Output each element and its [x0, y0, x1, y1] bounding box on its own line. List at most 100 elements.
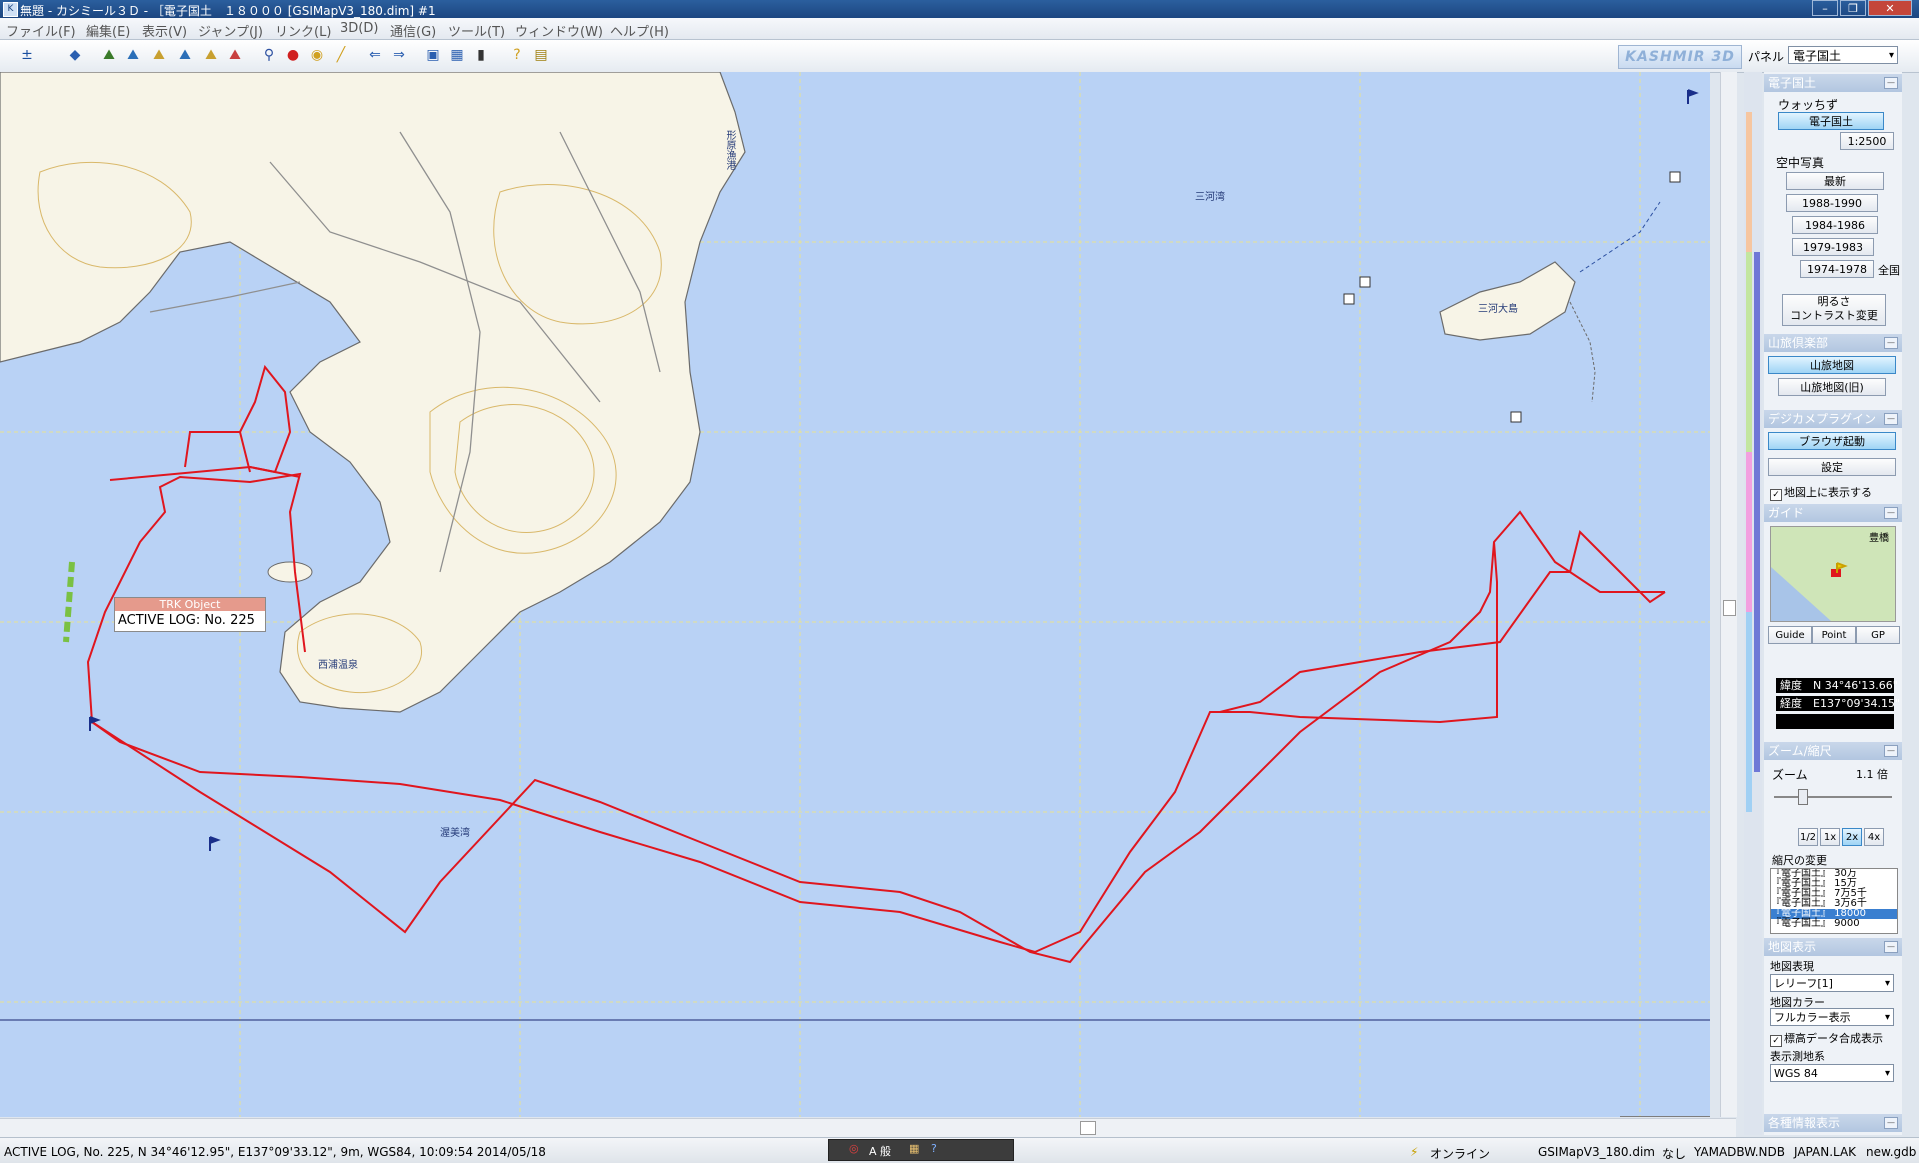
zoom-slider[interactable]: [1774, 789, 1892, 805]
restore-icon[interactable]: ❐: [1840, 0, 1866, 16]
ime-dictionary-icon[interactable]: ▦: [909, 1142, 919, 1155]
zoom-value: 1.1 倍: [1856, 768, 1888, 781]
minimize-icon[interactable]: –: [1812, 0, 1838, 16]
ime-toolbar[interactable]: ◎ A 般 ▦ ?: [828, 1139, 1014, 1161]
zoom-2x-button[interactable]: 2x: [1842, 828, 1862, 846]
datum-label: 表示測地系: [1770, 1050, 1825, 1063]
cut2-icon[interactable]: ⛰: [124, 46, 142, 64]
scale-list-item[interactable]: 『電子国土』 9000: [1771, 919, 1897, 929]
binoculars-icon[interactable]: ⚲: [260, 46, 278, 64]
aerial-1979-button[interactable]: 1979-1983: [1792, 238, 1874, 256]
section-sanryo[interactable]: 山旅倶楽部 —: [1764, 334, 1902, 352]
menu-view[interactable]: 表示(V): [142, 21, 187, 40]
show-on-map-checkbox[interactable]: ✓ 地図上に表示する: [1770, 484, 1872, 501]
settings-button[interactable]: 設定: [1768, 458, 1896, 476]
film-icon[interactable]: ▦: [448, 46, 466, 64]
hscroll-thumb[interactable]: [1080, 1121, 1096, 1135]
section-sanryo-title: 山旅倶楽部: [1768, 336, 1829, 350]
tab-gp[interactable]: GP: [1856, 626, 1900, 644]
aerial-1988-button[interactable]: 1988-1990: [1786, 194, 1878, 212]
scale-list[interactable]: 『電子国土』 30万 『電子国土』 15万 『電子国土』 7万5千 『電子国土』…: [1770, 868, 1898, 934]
section-info[interactable]: 各種情報表示 —: [1764, 1114, 1902, 1132]
collapse-icon[interactable]: —: [1884, 77, 1898, 89]
denshi-button[interactable]: 電子国土: [1778, 112, 1884, 130]
cut3-icon[interactable]: ⛰: [150, 46, 168, 64]
back-icon[interactable]: ⇐: [366, 46, 384, 64]
ime-help-icon[interactable]: ?: [931, 1142, 937, 1155]
guide-icon[interactable]: ▤: [532, 46, 550, 64]
zoom-half-button[interactable]: 1/2: [1798, 828, 1818, 846]
tab-guide[interactable]: Guide: [1768, 626, 1812, 644]
cut6-icon[interactable]: ⛰: [226, 46, 244, 64]
forward-icon[interactable]: ⇒: [390, 46, 408, 64]
collapse-icon[interactable]: —: [1884, 337, 1898, 349]
mainland: [0, 72, 746, 713]
collapse-icon[interactable]: —: [1884, 413, 1898, 425]
browser-launch-button[interactable]: ブラウザ起動: [1768, 432, 1896, 450]
sanryo-map-button[interactable]: 山旅地図: [1768, 356, 1896, 374]
menu-comm[interactable]: 通信(G): [390, 21, 436, 40]
scale-1-2500-button[interactable]: 1:2500: [1840, 132, 1894, 150]
gps-icon[interactable]: ▮: [472, 46, 490, 64]
ime-mode[interactable]: A 般: [869, 1143, 891, 1159]
brightness-label: 明るさ: [1817, 295, 1851, 308]
vscroll-thumb[interactable]: [1723, 600, 1736, 616]
section-dejicame-title: デジカメプラグイン: [1768, 412, 1877, 426]
cut5-icon[interactable]: ⛰: [202, 46, 220, 64]
collapse-icon[interactable]: —: [1884, 745, 1898, 757]
map-horizontal-scrollbar[interactable]: [0, 1118, 1736, 1137]
sanryo-old-map-button[interactable]: 山旅地図(旧): [1778, 378, 1886, 396]
section-display[interactable]: 地図表示 —: [1764, 938, 1902, 956]
section-dejicame[interactable]: デジカメプラグイン —: [1764, 410, 1902, 428]
show-on-map-label: 地図上に表示する: [1784, 486, 1872, 499]
datum-select[interactable]: WGS 84: [1770, 1064, 1894, 1082]
track-tooltip: TRK Object ACTIVE LOG: No. 225: [114, 597, 266, 632]
panel-strip[interactable]: [1744, 72, 1762, 1135]
menu-file[interactable]: ファイル(F): [6, 21, 76, 40]
section-denshi[interactable]: 電子国土 —: [1764, 74, 1902, 92]
aerial-1974-button[interactable]: 1974-1978: [1800, 260, 1874, 278]
aerial-latest-button[interactable]: 最新: [1786, 172, 1884, 190]
layer-icon[interactable]: ◆: [66, 46, 84, 64]
zoom-slider-thumb[interactable]: [1798, 789, 1808, 805]
guide-minimap[interactable]: 豊橋: [1770, 526, 1896, 622]
zoom-label: ズーム: [1772, 768, 1808, 782]
zoom-1x-button[interactable]: 1x: [1820, 828, 1840, 846]
collapse-icon[interactable]: —: [1884, 507, 1898, 519]
map-view[interactable]: 渥美湾 三河大島 三河湾 形原漁港 西浦温泉 100 200 300: [0, 72, 1710, 1117]
collapse-icon[interactable]: —: [1884, 941, 1898, 953]
guide-tabs: Guide Point GP: [1768, 626, 1900, 644]
expression-select[interactable]: レリーフ[1]: [1770, 974, 1894, 992]
menu-jump[interactable]: ジャンプ(J): [198, 21, 263, 40]
menu-window[interactable]: ウィンドウ(W): [515, 21, 603, 40]
menu-edit[interactable]: 編集(E): [86, 21, 130, 40]
ruler-icon[interactable]: ╱: [332, 46, 350, 64]
elevation-checkbox[interactable]: ✓ 標高データ合成表示: [1770, 1030, 1883, 1047]
help-icon[interactable]: ?: [508, 46, 526, 64]
camera-icon[interactable]: ▣: [424, 46, 442, 64]
menu-help[interactable]: ヘルプ(H): [610, 21, 669, 40]
tab-point[interactable]: Point: [1812, 626, 1856, 644]
aerial-1984-button[interactable]: 1984-1986: [1792, 216, 1878, 234]
close-icon[interactable]: ✕: [1868, 0, 1912, 16]
menu-3d[interactable]: 3D(D): [340, 21, 378, 36]
title-bar: K 無題 - カシミール３Ｄ - ［電子国土 １８０００ [GSIMapV3_1…: [0, 0, 1919, 18]
map-vertical-scrollbar[interactable]: [1720, 72, 1737, 1117]
panel-select[interactable]: 電子国土: [1788, 46, 1898, 64]
collapse-icon[interactable]: —: [1884, 1117, 1898, 1129]
kashmir-app-icon: K: [3, 2, 18, 17]
menu-tools[interactable]: ツール(T): [448, 21, 505, 40]
tag-icon[interactable]: ◉: [308, 46, 326, 64]
cut-icon[interactable]: ⛰: [100, 46, 118, 64]
pins-icon[interactable]: ●: [284, 46, 302, 64]
brightness-button[interactable]: 明るさ コントラスト変更: [1782, 294, 1886, 326]
mikawa-island-label: 三河大島: [1478, 304, 1518, 315]
zoom-4x-button[interactable]: 4x: [1864, 828, 1884, 846]
cut4-icon[interactable]: ⛰: [176, 46, 194, 64]
section-zoom[interactable]: ズーム/縮尺 —: [1764, 742, 1902, 760]
scale-change-label: 縮尺の変更: [1772, 854, 1827, 867]
menu-link[interactable]: リンク(L): [275, 21, 331, 40]
zoom-icon[interactable]: ±: [18, 46, 36, 64]
color-select[interactable]: フルカラー表示: [1770, 1008, 1894, 1026]
section-guide[interactable]: ガイド —: [1764, 504, 1902, 522]
